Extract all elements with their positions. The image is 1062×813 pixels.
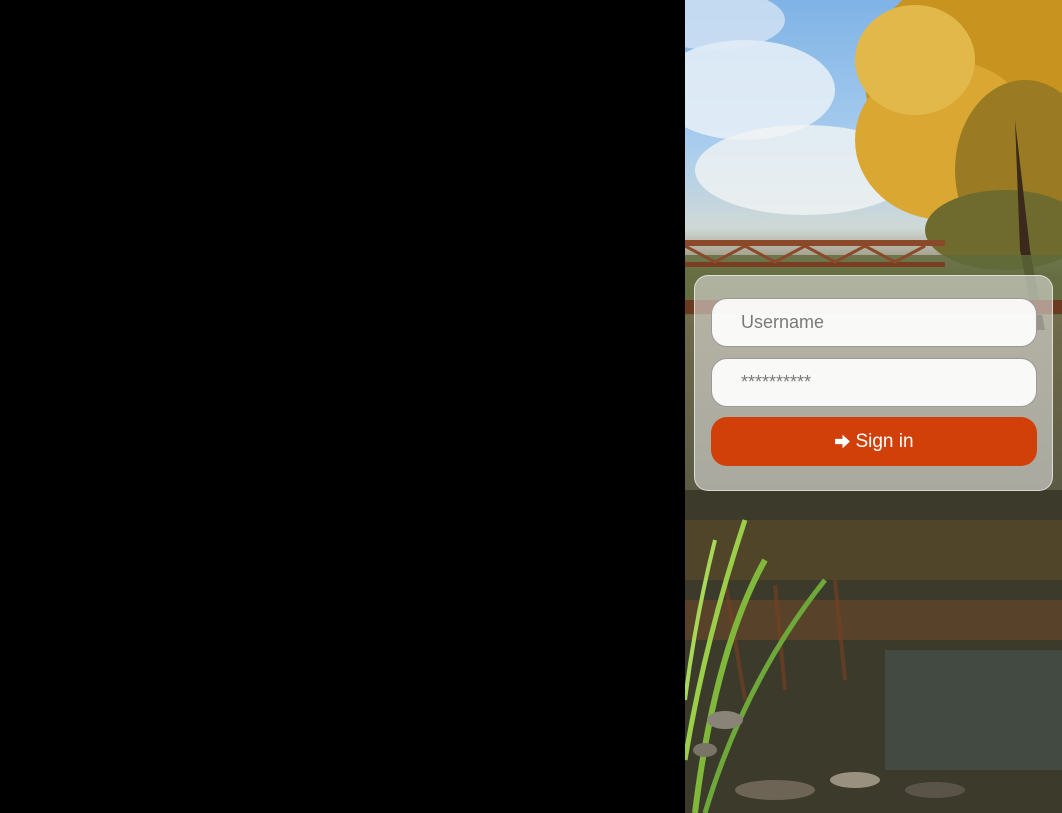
username-input[interactable]	[711, 298, 1037, 347]
sign-in-arrow-icon	[834, 433, 851, 450]
login-card: Sign in	[694, 275, 1053, 491]
sign-in-button[interactable]: Sign in	[711, 417, 1037, 466]
login-page: Sign in	[0, 0, 1062, 813]
sign-in-label: Sign in	[855, 430, 914, 452]
password-input[interactable]	[711, 358, 1037, 407]
